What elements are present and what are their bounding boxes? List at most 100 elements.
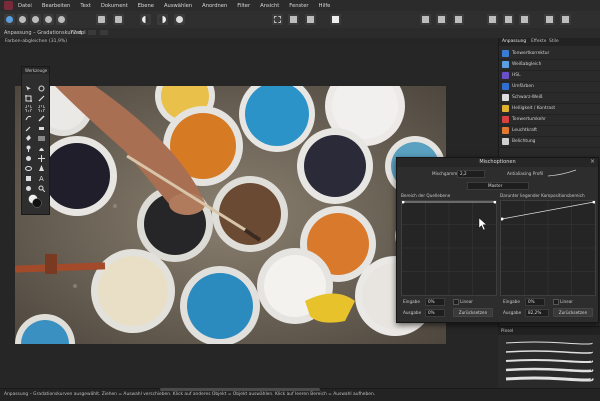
view-icon[interactable] [544,14,555,25]
right-input-value: 0% [528,299,535,304]
dodge-tool-icon[interactable] [25,137,32,152]
right-output-field[interactable]: 82,2% [525,309,549,317]
arrange-icon[interactable] [519,14,530,25]
persona-export-icon[interactable] [56,14,67,25]
brushes-category[interactable]: Pinsel [501,328,513,333]
selection-rect-icon[interactable] [272,14,283,25]
persona-liquify-icon[interactable] [17,14,28,25]
menu-item[interactable]: Dokument [101,3,128,9]
snapping-icon[interactable] [420,14,431,25]
histogram-icon[interactable] [96,14,107,25]
menu-item[interactable]: Fenster [289,3,308,9]
pen-tool-icon[interactable] [38,157,45,171]
half-tone-icon[interactable] [157,14,168,25]
source-range-graph[interactable] [401,200,497,296]
clone-tool-icon[interactable] [25,147,32,161]
adjustment-label: Tonwertkorrektur [512,51,550,56]
channel-select-value: Master [488,183,503,188]
menu-item[interactable]: Bearbeiten [42,3,71,9]
menu-item[interactable]: Filter [237,3,250,9]
right-graph-title: Darunter liegender Kompositionsbereich [500,193,585,198]
assistant-icon[interactable] [436,14,447,25]
align-icon[interactable] [503,14,514,25]
right-linear-checkbox[interactable] [553,299,559,305]
adjustment-label: HSL [512,73,521,78]
panel-tabs: Anpassung Effekte Stile [499,38,600,46]
composite-range-graph[interactable] [500,200,596,296]
context-button[interactable] [100,30,108,35]
brush-strokes[interactable] [504,339,594,387]
red-eye-tool-icon[interactable] [25,157,32,171]
menu-item[interactable]: Hilfe [319,3,331,9]
blend-options-dialog: Mischoptionen × Mischgamma 2,2 Antialias… [396,157,599,323]
quick-mask-icon[interactable] [330,14,341,25]
context-button[interactable] [88,30,96,35]
adjustment-label: Belichtung [512,139,536,144]
left-linear-label: Linear [460,299,474,304]
color-swatch-icon[interactable] [28,193,42,208]
document-tab[interactable]: Farben-abgleichen (31,9%) [0,38,498,46]
grid-icon[interactable] [487,14,498,25]
selection-brush-icon[interactable] [288,14,299,25]
contrast-icon[interactable] [140,14,151,25]
channel-select[interactable]: Master [467,182,529,190]
hand-tool-icon[interactable] [25,177,32,191]
persona-tonemap-icon[interactable] [43,14,54,25]
dialog-title-bar: Mischoptionen × [397,158,598,167]
horizontal-scrollbar[interactable] [160,388,320,391]
tab-adjustments[interactable]: Anpassung [502,39,526,44]
antialias-profile-label: Antialiasing Profil [507,171,544,176]
color-circle-icon[interactable] [174,14,185,25]
freehand-select-tool-icon[interactable] [25,107,32,121]
view-tool-icon[interactable] [38,77,45,92]
document-tab-label: Farben-abgleichen (31,9%) [5,39,68,44]
selection-brush-tool-icon[interactable] [38,87,45,102]
shape-tool-icon[interactable] [25,167,32,181]
blend-gamma-field[interactable]: 2,2 [457,170,485,178]
marquee-tool-icon[interactable] [38,97,45,112]
menu-item[interactable]: Ansicht [260,3,279,9]
burn-tool-icon[interactable] [38,137,45,151]
fill-tool-icon[interactable] [25,127,32,141]
document-photo[interactable] [15,86,446,344]
adjustment-swatch-icon [502,72,509,79]
persona-develop-icon[interactable] [30,14,41,25]
flood-select-tool-icon[interactable] [25,97,32,112]
right-output-value: 82,2% [528,310,542,315]
healing-tool-icon[interactable] [38,147,45,162]
wand-icon[interactable] [453,14,464,25]
tab-styles[interactable]: Stile [549,39,559,44]
paint-brush-tool-icon[interactable] [38,107,45,122]
adjustment-item[interactable]: Belichtung [499,136,600,148]
menu-item[interactable]: Anordnen [202,3,227,9]
persona-photo-icon[interactable] [4,14,15,25]
right-linear-label: Linear [560,299,574,304]
menu-item[interactable]: Ebene [138,3,154,9]
left-output-field[interactable]: 0% [425,309,445,317]
close-icon[interactable]: × [590,158,595,165]
right-input-label: Eingabe [503,299,520,304]
levels-icon[interactable] [113,14,124,25]
antialias-profile-curve[interactable] [547,169,577,177]
left-input-field[interactable]: 0% [425,298,445,306]
layout-icon[interactable] [560,14,571,25]
color-picker-tool-icon[interactable] [25,117,32,132]
menu-item[interactable]: Datei [18,3,32,9]
paint-buckets-image [15,86,446,344]
erase-tool-icon[interactable] [38,117,45,130]
crop-tool-icon[interactable] [25,87,32,102]
tab-effects[interactable]: Effekte [531,39,546,44]
menu-item[interactable]: Text [80,3,91,9]
left-linear-checkbox[interactable] [453,299,459,305]
left-reset-button[interactable]: Zurücksetzen [453,308,493,317]
right-input-field[interactable]: 0% [525,298,545,306]
zoom-tool-icon[interactable] [38,177,46,193]
selection-freehand-icon[interactable] [305,14,316,25]
gradient-tool-icon[interactable] [38,127,45,141]
move-tool-icon[interactable] [25,77,32,91]
menu-item[interactable]: Auswählen [164,3,192,9]
text-tool-icon[interactable]: A [38,167,45,183]
app-logo-icon [4,1,13,10]
brushes-panel: Pinsel [498,326,600,389]
right-reset-button[interactable]: Zurücksetzen [553,308,593,317]
